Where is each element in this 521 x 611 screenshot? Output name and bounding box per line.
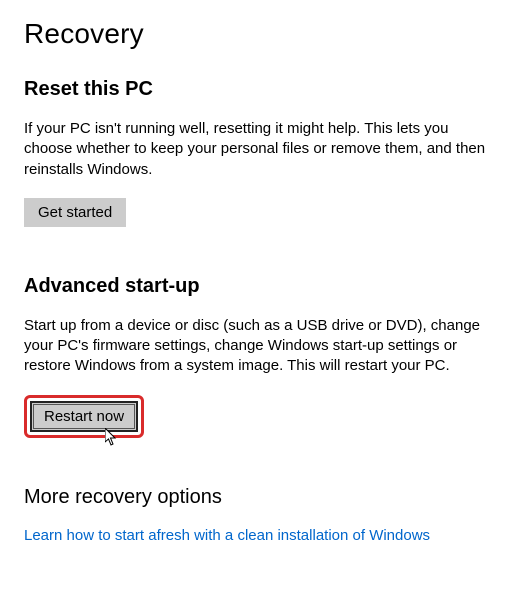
more-recovery-section: More recovery options Learn how to start… (24, 486, 497, 545)
reset-pc-heading: Reset this PC (24, 78, 497, 101)
reset-pc-section: Reset this PC If your PC isn't running w… (24, 78, 497, 227)
more-recovery-heading: More recovery options (24, 486, 497, 509)
advanced-startup-description: Start up from a device or disc (such as … (24, 316, 497, 377)
advanced-startup-section: Advanced start-up Start up from a device… (24, 275, 497, 438)
restart-now-button[interactable]: Restart now (30, 401, 138, 432)
page-title: Recovery (24, 18, 497, 50)
get-started-button[interactable]: Get started (24, 198, 126, 227)
reset-pc-description: If your PC isn't running well, resetting… (24, 119, 497, 180)
restart-now-highlight: Restart now (24, 395, 144, 438)
advanced-startup-heading: Advanced start-up (24, 275, 497, 298)
fresh-install-link[interactable]: Learn how to start afresh with a clean i… (24, 527, 430, 544)
